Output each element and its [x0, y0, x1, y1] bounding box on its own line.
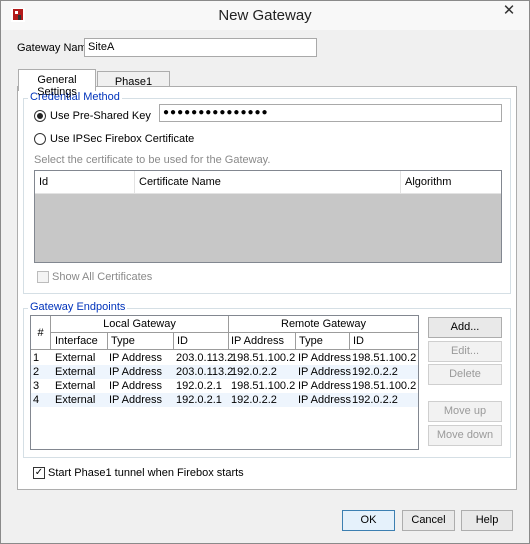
- tab-phase1-settings[interactable]: Phase1 Settings: [97, 71, 170, 100]
- remote-id: 198.51.100.2: [352, 380, 417, 392]
- column-number: #: [31, 316, 51, 350]
- endpoint-row[interactable]: 1 External IP Address 203.0.113.2 198.51…: [31, 351, 418, 365]
- local-gateway-header: Local Gateway: [51, 316, 229, 333]
- row-number: 2: [33, 366, 40, 378]
- certificate-table-header: Id Certificate Name Algorithm: [35, 171, 501, 194]
- close-icon[interactable]: ✕: [495, 2, 523, 22]
- ok-button[interactable]: OK: [342, 510, 395, 531]
- row-number: 1: [33, 352, 40, 364]
- local-interface: External: [55, 394, 96, 406]
- local-id: 203.0.113.2: [176, 366, 234, 378]
- cancel-button[interactable]: Cancel: [402, 510, 455, 531]
- column-remote-id[interactable]: ID: [350, 333, 418, 350]
- remote-ip-address: 192.0.2.2: [231, 366, 277, 378]
- remote-ip-address: 192.0.2.2: [231, 394, 277, 406]
- firebox-certificate-label: Use IPSec Firebox Certificate: [50, 133, 195, 145]
- remote-type: IP Address: [298, 366, 351, 378]
- pre-shared-key-radio[interactable]: [34, 110, 46, 122]
- certificate-hint: Select the certificate to be used for th…: [34, 154, 271, 166]
- remote-gateway-header: Remote Gateway: [229, 316, 418, 333]
- remote-type: IP Address: [298, 394, 351, 406]
- column-remote-ip-address[interactable]: IP Address: [229, 333, 296, 350]
- local-interface: External: [55, 352, 96, 364]
- remote-id: 192.0.2.2: [352, 394, 398, 406]
- certificate-table: Id Certificate Name Algorithm: [34, 170, 502, 263]
- remote-type: IP Address: [298, 352, 351, 364]
- add-button[interactable]: Add...: [428, 317, 502, 338]
- local-interface: External: [55, 366, 96, 378]
- local-interface: External: [55, 380, 96, 392]
- local-id: 203.0.113.2: [176, 352, 234, 364]
- tab-general-settings[interactable]: General Settings: [18, 69, 96, 98]
- column-certificate-name[interactable]: Certificate Name: [135, 171, 401, 193]
- remote-type: IP Address: [298, 380, 351, 392]
- help-button[interactable]: Help: [461, 510, 513, 531]
- local-type: IP Address: [109, 366, 162, 378]
- column-local-id[interactable]: ID: [174, 333, 229, 350]
- endpoint-row[interactable]: 4 External IP Address 192.0.2.1 192.0.2.…: [31, 393, 418, 407]
- remote-ip-address: 198.51.100.2: [231, 352, 296, 364]
- firebox-certificate-radio[interactable]: [34, 133, 46, 145]
- local-type: IP Address: [109, 380, 162, 392]
- column-local-interface[interactable]: Interface: [51, 333, 108, 350]
- window-title: New Gateway: [218, 7, 312, 24]
- remote-id: 198.51.100.2: [352, 352, 417, 364]
- column-algorithm[interactable]: Algorithm: [401, 171, 501, 193]
- new-gateway-dialog: New Gateway ✕ Gateway Name: SiteA Genera…: [0, 0, 530, 544]
- remote-ip-address: 198.51.100.2: [231, 380, 296, 392]
- local-id: 192.0.2.1: [176, 380, 222, 392]
- start-phase1-checkbox[interactable]: ✓: [33, 467, 45, 479]
- gateway-endpoints-title: Gateway Endpoints: [28, 301, 128, 313]
- remote-id: 192.0.2.2: [352, 366, 398, 378]
- show-all-certificates-label: Show All Certificates: [52, 271, 153, 283]
- move-down-button[interactable]: Move down: [428, 425, 502, 446]
- local-id: 192.0.2.1: [176, 394, 222, 406]
- column-local-type[interactable]: Type: [108, 333, 174, 350]
- endpoints-table[interactable]: # Local Gateway Remote Gateway Interface…: [30, 315, 419, 450]
- endpoint-row[interactable]: 2 External IP Address 203.0.113.2 192.0.…: [31, 365, 418, 379]
- local-type: IP Address: [109, 394, 162, 406]
- row-number: 3: [33, 380, 40, 392]
- endpoint-row[interactable]: 3 External IP Address 192.0.2.1 198.51.1…: [31, 379, 418, 393]
- delete-button[interactable]: Delete: [428, 364, 502, 385]
- column-remote-type[interactable]: Type: [296, 333, 350, 350]
- show-all-certificates-checkbox[interactable]: [37, 271, 49, 283]
- column-id[interactable]: Id: [35, 171, 135, 193]
- local-type: IP Address: [109, 352, 162, 364]
- row-number: 4: [33, 394, 40, 406]
- pre-shared-key-input[interactable]: ●●●●●●●●●●●●●●●: [159, 104, 502, 122]
- pre-shared-key-label: Use Pre-Shared Key: [50, 110, 151, 122]
- start-phase1-label: Start Phase1 tunnel when Firebox starts: [48, 467, 244, 479]
- gateway-name-input[interactable]: SiteA: [84, 38, 317, 57]
- title-bar: New Gateway ✕: [1, 1, 529, 30]
- move-up-button[interactable]: Move up: [428, 401, 502, 422]
- edit-button[interactable]: Edit...: [428, 341, 502, 362]
